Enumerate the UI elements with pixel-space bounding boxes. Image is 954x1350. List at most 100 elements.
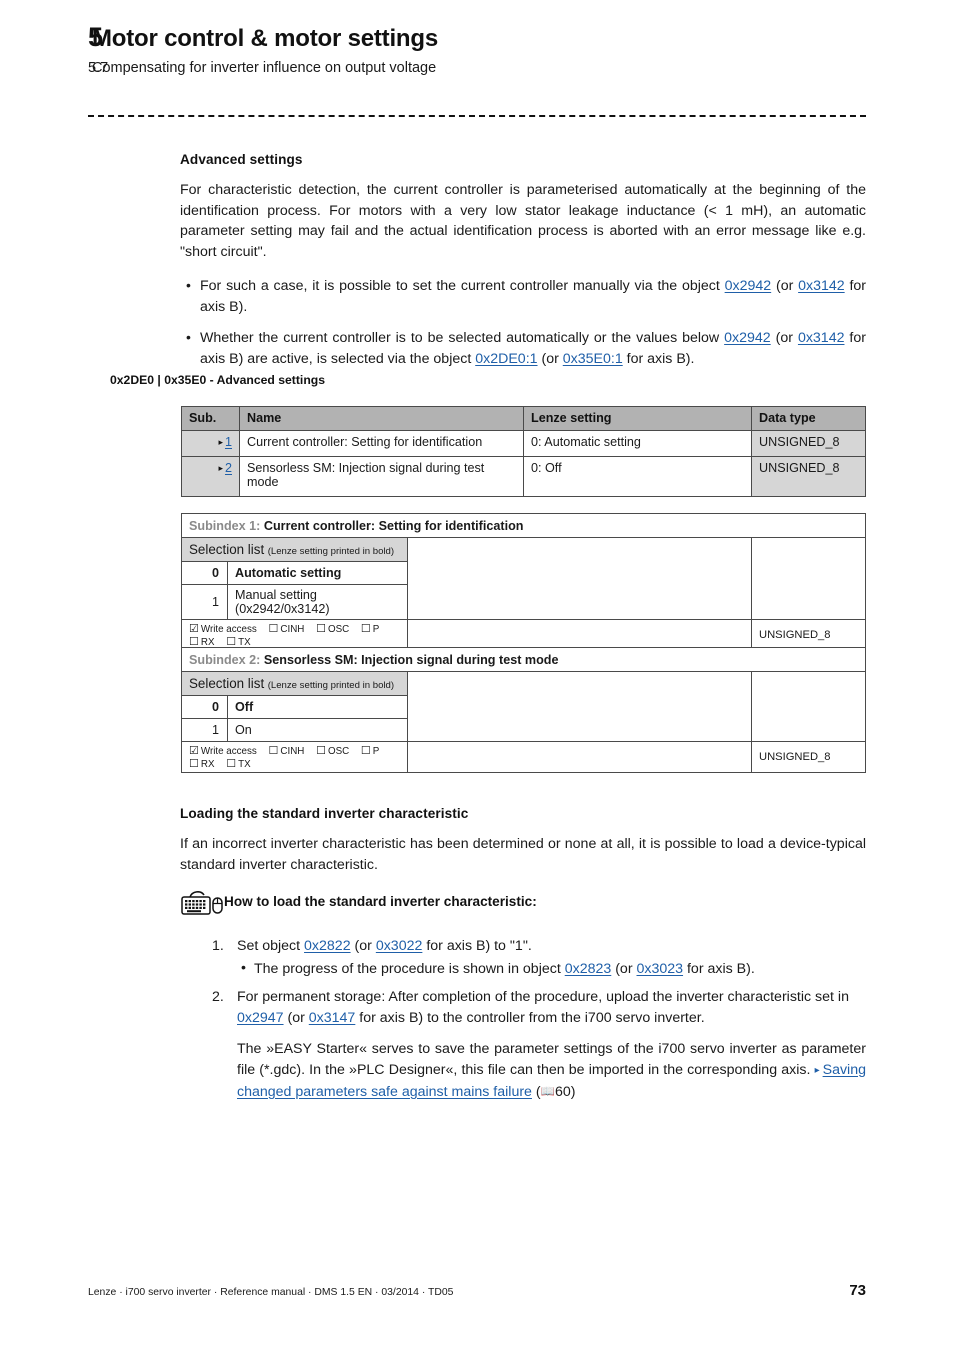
- bullet-text-part: Whether the current controller is to be …: [200, 330, 725, 346]
- advanced-settings-heading: Advanced settings: [180, 152, 303, 167]
- footer-text: Lenze · i700 servo inverter · Reference …: [88, 1287, 454, 1298]
- object-link-0x3142[interactable]: 0x3142: [798, 278, 845, 294]
- flag-osc[interactable]: ☐ OSC: [316, 623, 349, 635]
- selection-list-cell: Selection list (Lenze setting printed in…: [181, 537, 408, 562]
- checkbox-unchecked-icon: ☐: [189, 758, 199, 770]
- blank-cell: [750, 671, 867, 742]
- table-row: ▸ 2 Sensorless SM: Injection signal durin…: [181, 456, 866, 497]
- flag-tx[interactable]: ☐ TX: [226, 758, 250, 770]
- selection-list-cell: Selection list (Lenze setting printed in…: [181, 671, 408, 696]
- page-header: 5 Motor control & motor settings 5.7 Com…: [0, 22, 954, 76]
- bullet-text-part: (or: [537, 350, 563, 367]
- triangle-right-icon: ▸: [814, 1064, 820, 1076]
- bullet-text-part: (or: [611, 960, 637, 977]
- table-row: ▸ 1 Current controller: Setting for ident…: [181, 430, 866, 457]
- closing-text: The »EASY Starter« serves to save the pa…: [237, 1041, 866, 1078]
- object-link-0x2942[interactable]: 0x2942: [725, 278, 772, 294]
- object-link-0x2822[interactable]: 0x2822: [304, 938, 351, 954]
- lenze-setting-cell: 0: Automatic setting: [523, 430, 752, 457]
- step-text-part: For permanent storage: After completion …: [237, 989, 849, 1005]
- subindex-label: Subindex 2:: [189, 652, 261, 667]
- access-data-type: UNSIGNED_8: [750, 741, 867, 773]
- object-table: Sub. Name Lenze setting Data type ▸ 1 Cur…: [181, 406, 866, 497]
- lenze-setting-cell: 0: Off: [523, 456, 752, 497]
- section-title: Compensating for inverter influence on o…: [92, 60, 437, 76]
- flag-p[interactable]: ☐ P: [361, 745, 380, 757]
- checkbox-unchecked-icon: ☐: [360, 623, 371, 635]
- subindex-title: Sensorless SM: Injection signal during t…: [263, 652, 559, 667]
- data-type-cell: UNSIGNED_8: [751, 430, 866, 457]
- subindex-header-cell: Subindex 2: Sensorless SM: Injection sig…: [180, 647, 867, 672]
- object-link-0x3142[interactable]: 0x3142: [798, 330, 845, 346]
- blank-cell: [750, 537, 867, 620]
- write-access-flag[interactable]: ☑ Write access: [189, 623, 257, 635]
- page-footer: Lenze · i700 servo inverter · Reference …: [88, 1282, 866, 1299]
- table-header-row: Sub. Name Lenze setting Data type: [181, 406, 866, 431]
- selection-list-hint: (Lenze setting printed in bold): [267, 680, 395, 691]
- list-item: Whether the current controller is to be …: [180, 327, 866, 369]
- advanced-settings-section: Advanced settings For characteristic det…: [180, 152, 866, 369]
- option-text: On: [227, 718, 408, 742]
- bullet-text-part: For such a case, it is possible to set t…: [200, 278, 725, 294]
- subindex-link-1[interactable]: 1: [225, 435, 232, 449]
- subindex-cell[interactable]: ▸ 1: [181, 430, 240, 457]
- option-value: 0: [181, 695, 228, 719]
- option-value: 1: [181, 584, 228, 620]
- procedure-steps: Set object 0x2822 (or 0x3022 for axis B)…: [180, 936, 866, 1104]
- option-value: 1: [181, 718, 228, 742]
- object-link-0x35E0-1[interactable]: 0x35E0:1: [563, 351, 623, 367]
- flag-rx[interactable]: ☐ RX: [189, 758, 215, 770]
- object-link-0x2942[interactable]: 0x2942: [724, 330, 771, 346]
- bullet-text-part: (or: [770, 330, 798, 346]
- object-link-0x3147[interactable]: 0x3147: [309, 1010, 356, 1026]
- write-access-label: Write access: [200, 624, 257, 635]
- name-cell: Sensorless SM: Injection signal during t…: [239, 456, 524, 497]
- flag-label: OSC: [327, 746, 350, 757]
- advanced-settings-paragraph: For characteristic detection, the curren…: [180, 182, 866, 260]
- page-ref-close: ): [570, 1084, 576, 1100]
- chapter-title: Motor control & motor settings: [92, 25, 438, 52]
- object-link-0x3022[interactable]: 0x3022: [376, 938, 423, 954]
- selection-list-label: Selection list: [189, 542, 265, 557]
- selection-list-row: Selection list (Lenze setting printed in…: [181, 537, 867, 620]
- list-item: For such a case, it is possible to set t…: [180, 275, 866, 317]
- loading-section: Loading the standard inverter characteri…: [180, 806, 866, 875]
- howto-title: How to load the standard inverter charac…: [224, 894, 537, 909]
- flag-osc[interactable]: ☐ OSC: [316, 745, 350, 757]
- blank-cell: [407, 671, 752, 742]
- page-ref-number[interactable]: 60: [555, 1084, 571, 1100]
- write-access-flag[interactable]: ☑ Write access: [189, 745, 257, 757]
- step-item: Set object 0x2822 (or 0x3022 for axis B)…: [180, 936, 866, 979]
- access-row: ☑ Write access ☐ CINH ☐ OSC ☐ P ☐ RX ☐ TX UNSI…: [181, 741, 867, 773]
- page-number: 73: [849, 1282, 866, 1299]
- object-link-0x2823[interactable]: 0x2823: [565, 961, 612, 977]
- subindex-link-2[interactable]: 2: [225, 461, 232, 475]
- checkbox-checked-icon: ☑: [189, 623, 199, 635]
- subindex-header-row: Subindex 1: Current controller: Setting …: [180, 513, 867, 538]
- access-row: ☑ Write access ☐ CINH ☐ OSC ☐ P ☐ RX ☐ TX UNSI…: [181, 619, 867, 651]
- column-header-data-type: Data type: [751, 406, 866, 431]
- step-text-part: for axis B) to the controller from the i…: [355, 1009, 705, 1026]
- subindex-table-1: Subindex 1: Current controller: Setting …: [180, 513, 867, 651]
- access-data-type: UNSIGNED_8: [750, 619, 867, 651]
- object-link-0x2DE0-1[interactable]: 0x2DE0:1: [475, 351, 537, 367]
- flag-cinh[interactable]: ☐ CINH: [268, 745, 305, 757]
- blank-cell: [407, 741, 752, 773]
- subindex-cell[interactable]: ▸ 2: [181, 456, 240, 497]
- flag-cinh[interactable]: ☐ CINH: [269, 623, 305, 635]
- step-text-part: (or: [350, 938, 376, 954]
- column-header-lenze-setting: Lenze setting: [523, 406, 752, 431]
- step-text-part: Set object: [237, 938, 305, 954]
- checkbox-unchecked-icon: ☐: [268, 745, 279, 757]
- object-link-0x3023[interactable]: 0x3023: [637, 961, 684, 977]
- step-sub-bullets: The progress of the procedure is shown i…: [237, 958, 866, 980]
- document-page: 5 Motor control & motor settings 5.7 Com…: [0, 0, 954, 1350]
- closing-paragraph: The »EASY Starter« serves to save the pa…: [237, 1039, 866, 1104]
- bullet-text-part: for axis B).: [683, 960, 755, 977]
- step-text-part: for axis B) to "1".: [422, 938, 532, 954]
- flag-label: P: [372, 746, 380, 757]
- checkbox-unchecked-icon: ☐: [316, 623, 326, 635]
- data-type-cell: UNSIGNED_8: [751, 456, 866, 497]
- flag-p[interactable]: ☐ P: [360, 623, 379, 635]
- object-link-0x2947[interactable]: 0x2947: [237, 1010, 284, 1026]
